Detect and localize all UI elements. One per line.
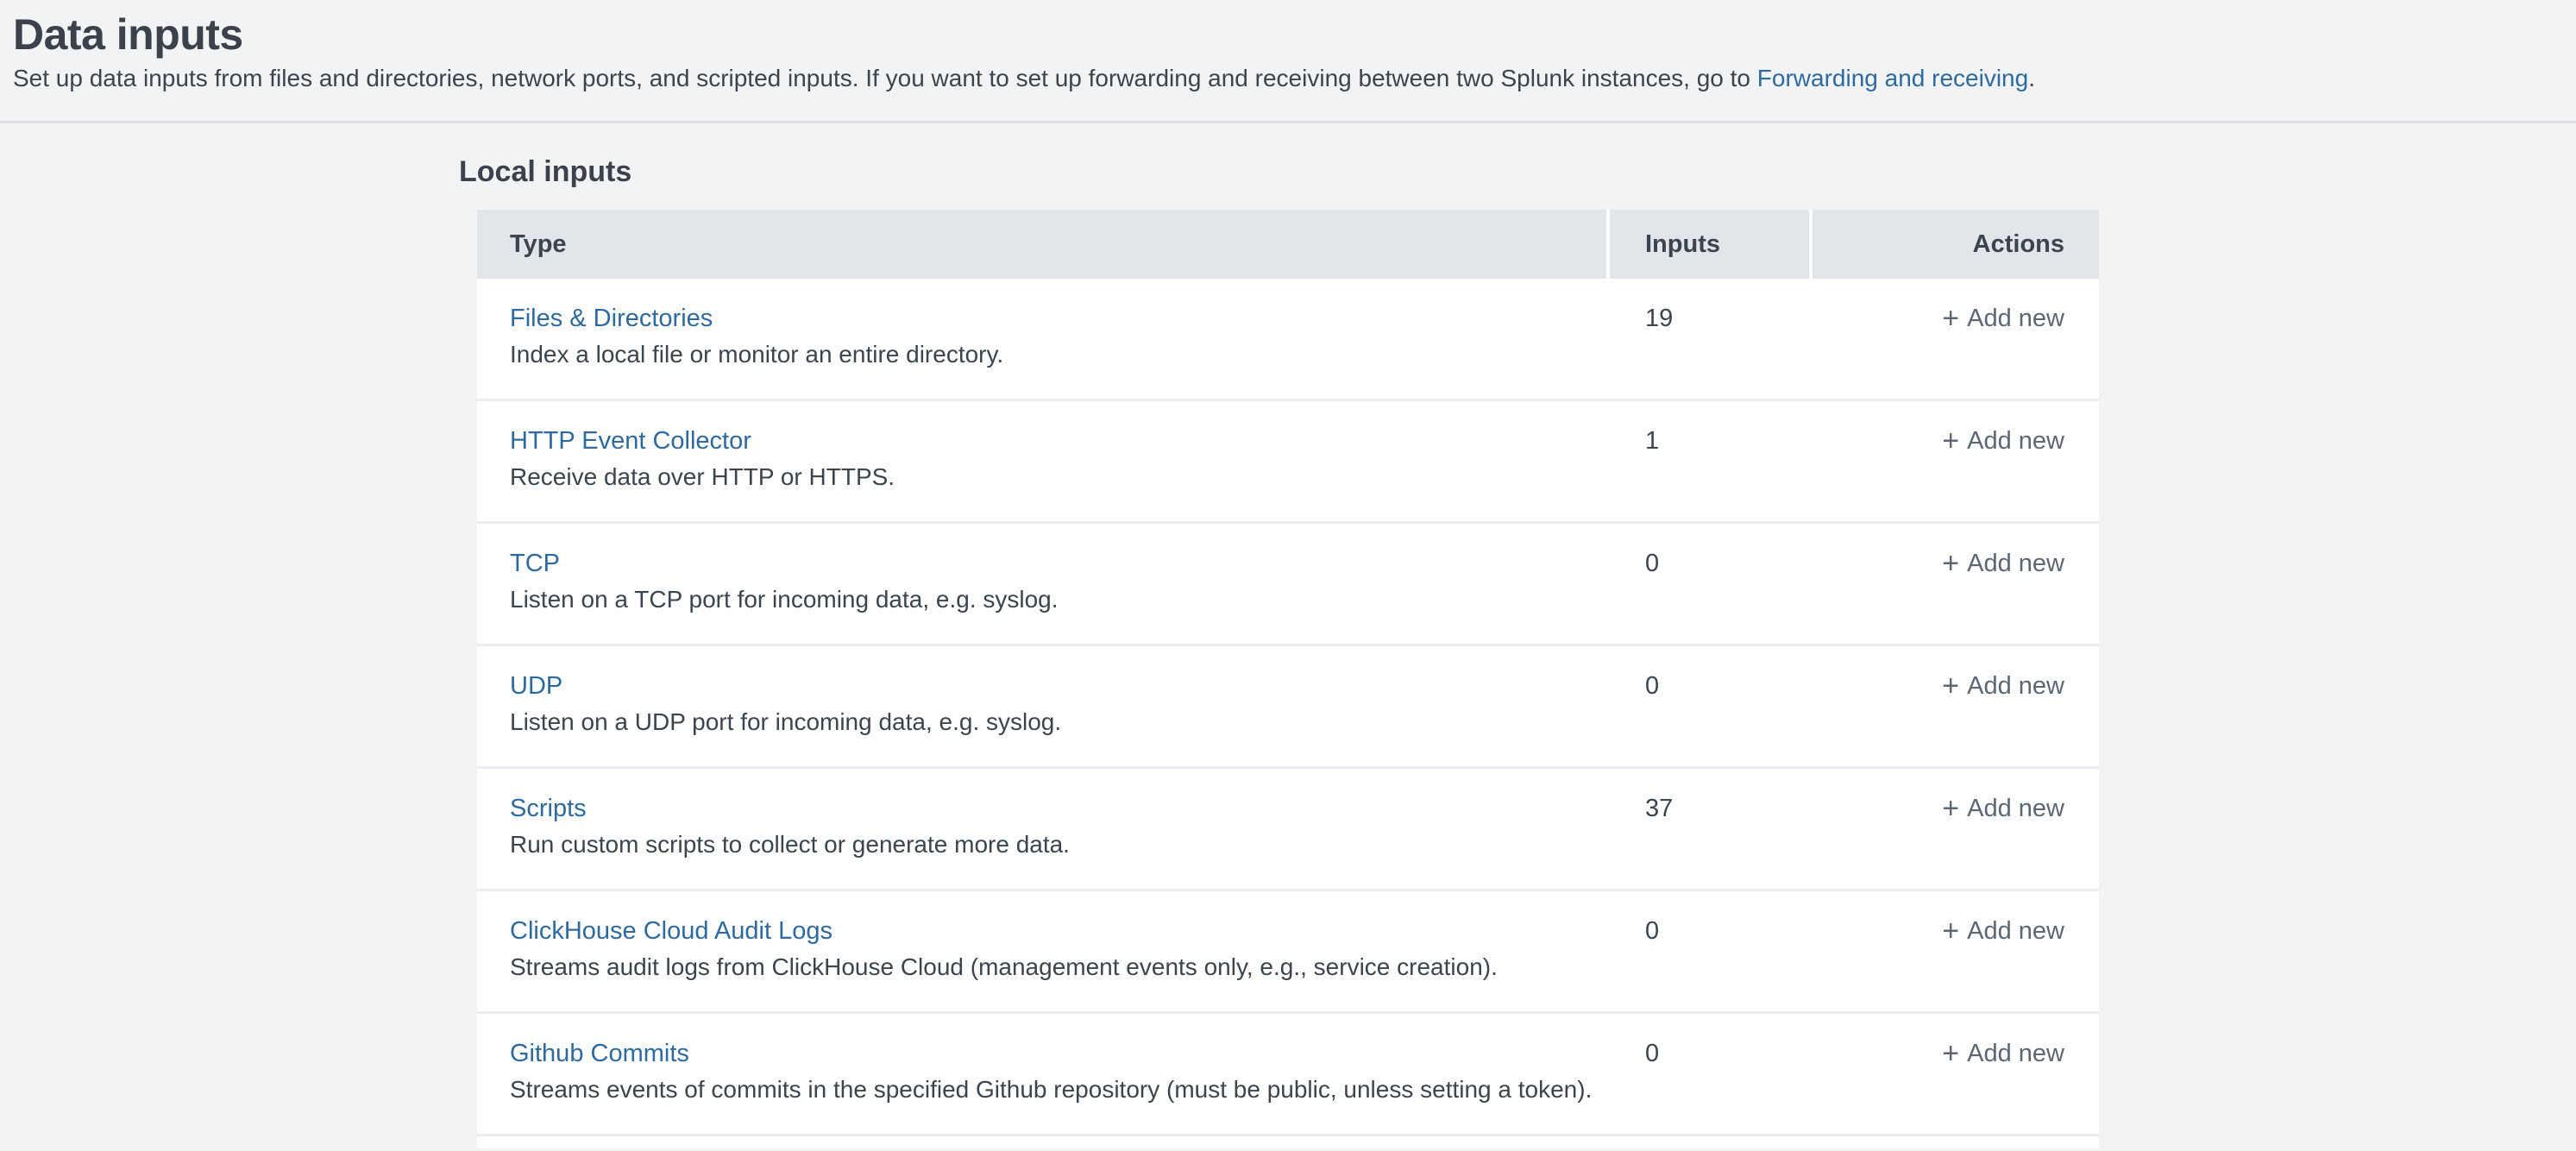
table-body: Files & Directories Index a local file o… [477, 279, 2099, 1136]
input-type-link[interactable]: Github Commits [510, 1036, 689, 1071]
table-row: Files & Directories Index a local file o… [477, 279, 2099, 401]
input-type-description: Streams audit logs from ClickHouse Cloud… [510, 950, 1610, 984]
type-cell: Scripts Run custom scripts to collect or… [477, 769, 1610, 889]
plus-icon: + [1942, 546, 1959, 581]
add-new-label: Add new [1967, 795, 2064, 822]
column-header-inputs: Inputs [1610, 210, 1809, 279]
table-row: Scripts Run custom scripts to collect or… [477, 769, 2099, 891]
add-new-label: Add new [1967, 672, 2064, 700]
local-inputs-table: Type Inputs Actions Files & Directories … [477, 210, 2099, 1148]
content-area: Local inputs Type Inputs Actions Files &… [477, 154, 2099, 1148]
type-cell: Files & Directories Index a local file o… [477, 279, 1610, 399]
input-type-description: Streams events of commits in the specifi… [510, 1072, 1610, 1107]
actions-cell: + Add new [1813, 279, 2099, 399]
actions-cell: + Add new [1813, 524, 2099, 644]
column-header-type: Type [477, 210, 1606, 279]
forwarding-and-receiving-link[interactable]: Forwarding and receiving [1757, 65, 2028, 91]
table-row: ClickHouse Cloud Audit Logs Streams audi… [477, 891, 2099, 1014]
plus-icon: + [1942, 669, 1959, 703]
table-row: Github Commits Streams events of commits… [477, 1014, 2099, 1136]
page-subtitle-text: Set up data inputs from files and direct… [13, 65, 1757, 91]
inputs-count-cell: 0 [1610, 524, 1813, 644]
type-cell: UDP Listen on a UDP port for incoming da… [477, 646, 1610, 766]
input-type-link[interactable]: TCP [510, 546, 560, 581]
add-new-label: Add new [1967, 427, 2064, 455]
input-type-description: Listen on a UDP port for incoming data, … [510, 705, 1610, 739]
plus-icon: + [1942, 914, 1959, 948]
section-title-local-inputs: Local inputs [459, 154, 2099, 189]
page-subtitle: Set up data inputs from files and direct… [13, 64, 2576, 93]
actions-cell: + Add new [1813, 891, 2099, 1011]
table-row-partial [477, 1136, 2099, 1148]
inputs-count-cell: 0 [1610, 891, 1813, 1011]
input-type-description: Index a local file or monitor an entire … [510, 337, 1610, 372]
column-header-actions: Actions [1813, 210, 2099, 279]
input-type-link[interactable]: HTTP Event Collector [510, 424, 751, 458]
type-cell: Github Commits Streams events of commits… [477, 1014, 1610, 1134]
page-title: Data inputs [13, 9, 2576, 60]
actions-cell: + Add new [1813, 1014, 2099, 1134]
table-row: TCP Listen on a TCP port for incoming da… [477, 524, 2099, 646]
actions-cell: + Add new [1813, 769, 2099, 889]
add-new-label: Add new [1967, 305, 2064, 332]
plus-icon: + [1942, 301, 1959, 336]
add-new-button[interactable]: +Add new [1942, 1040, 2064, 1067]
plus-icon: + [1942, 424, 1959, 458]
input-type-link[interactable]: UDP [510, 669, 562, 703]
table-header-row: Type Inputs Actions [477, 210, 2099, 279]
add-new-button[interactable]: + Add new [1942, 427, 2064, 455]
add-new-label: Add new [1967, 1040, 2064, 1067]
add-new-button[interactable]: +Add new [1942, 305, 2064, 332]
inputs-count-cell: 0 [1610, 1014, 1813, 1134]
inputs-count-cell: 19 [1610, 279, 1813, 399]
page-header: Data inputs Set up data inputs from file… [0, 0, 2576, 123]
add-new-button[interactable]: + Add new [1942, 917, 2064, 945]
input-type-link[interactable]: Files & Directories [510, 301, 713, 336]
plus-icon: + [1942, 791, 1959, 826]
type-cell: HTTP Event Collector Receive data over H… [477, 401, 1610, 521]
type-cell: TCP Listen on a TCP port for incoming da… [477, 524, 1610, 644]
actions-cell: + Add new [1813, 646, 2099, 766]
input-type-description: Receive data over HTTP or HTTPS. [510, 460, 1610, 494]
add-new-label: Add new [1967, 550, 2064, 577]
actions-cell: + Add new [1813, 401, 2099, 521]
input-type-link[interactable]: ClickHouse Cloud Audit Logs [510, 914, 832, 948]
input-type-description: Listen on a TCP port for incoming data, … [510, 582, 1610, 617]
input-type-description: Run custom scripts to collect or generat… [510, 827, 1610, 862]
input-type-link[interactable]: Scripts [510, 791, 587, 826]
add-new-button[interactable]: +Add new [1942, 795, 2064, 822]
add-new-button[interactable]: + Add new [1942, 672, 2064, 700]
inputs-count-cell: 0 [1610, 646, 1813, 766]
add-new-label: Add new [1967, 917, 2064, 945]
inputs-count-cell: 1 [1610, 401, 1813, 521]
type-cell: ClickHouse Cloud Audit Logs Streams audi… [477, 891, 1610, 1011]
add-new-button[interactable]: +Add new [1942, 550, 2064, 577]
plus-icon: + [1942, 1036, 1959, 1071]
inputs-count-cell: 37 [1610, 769, 1813, 889]
page-subtitle-suffix: . [2028, 65, 2035, 91]
table-row: HTTP Event Collector Receive data over H… [477, 401, 2099, 524]
table-row: UDP Listen on a UDP port for incoming da… [477, 646, 2099, 769]
